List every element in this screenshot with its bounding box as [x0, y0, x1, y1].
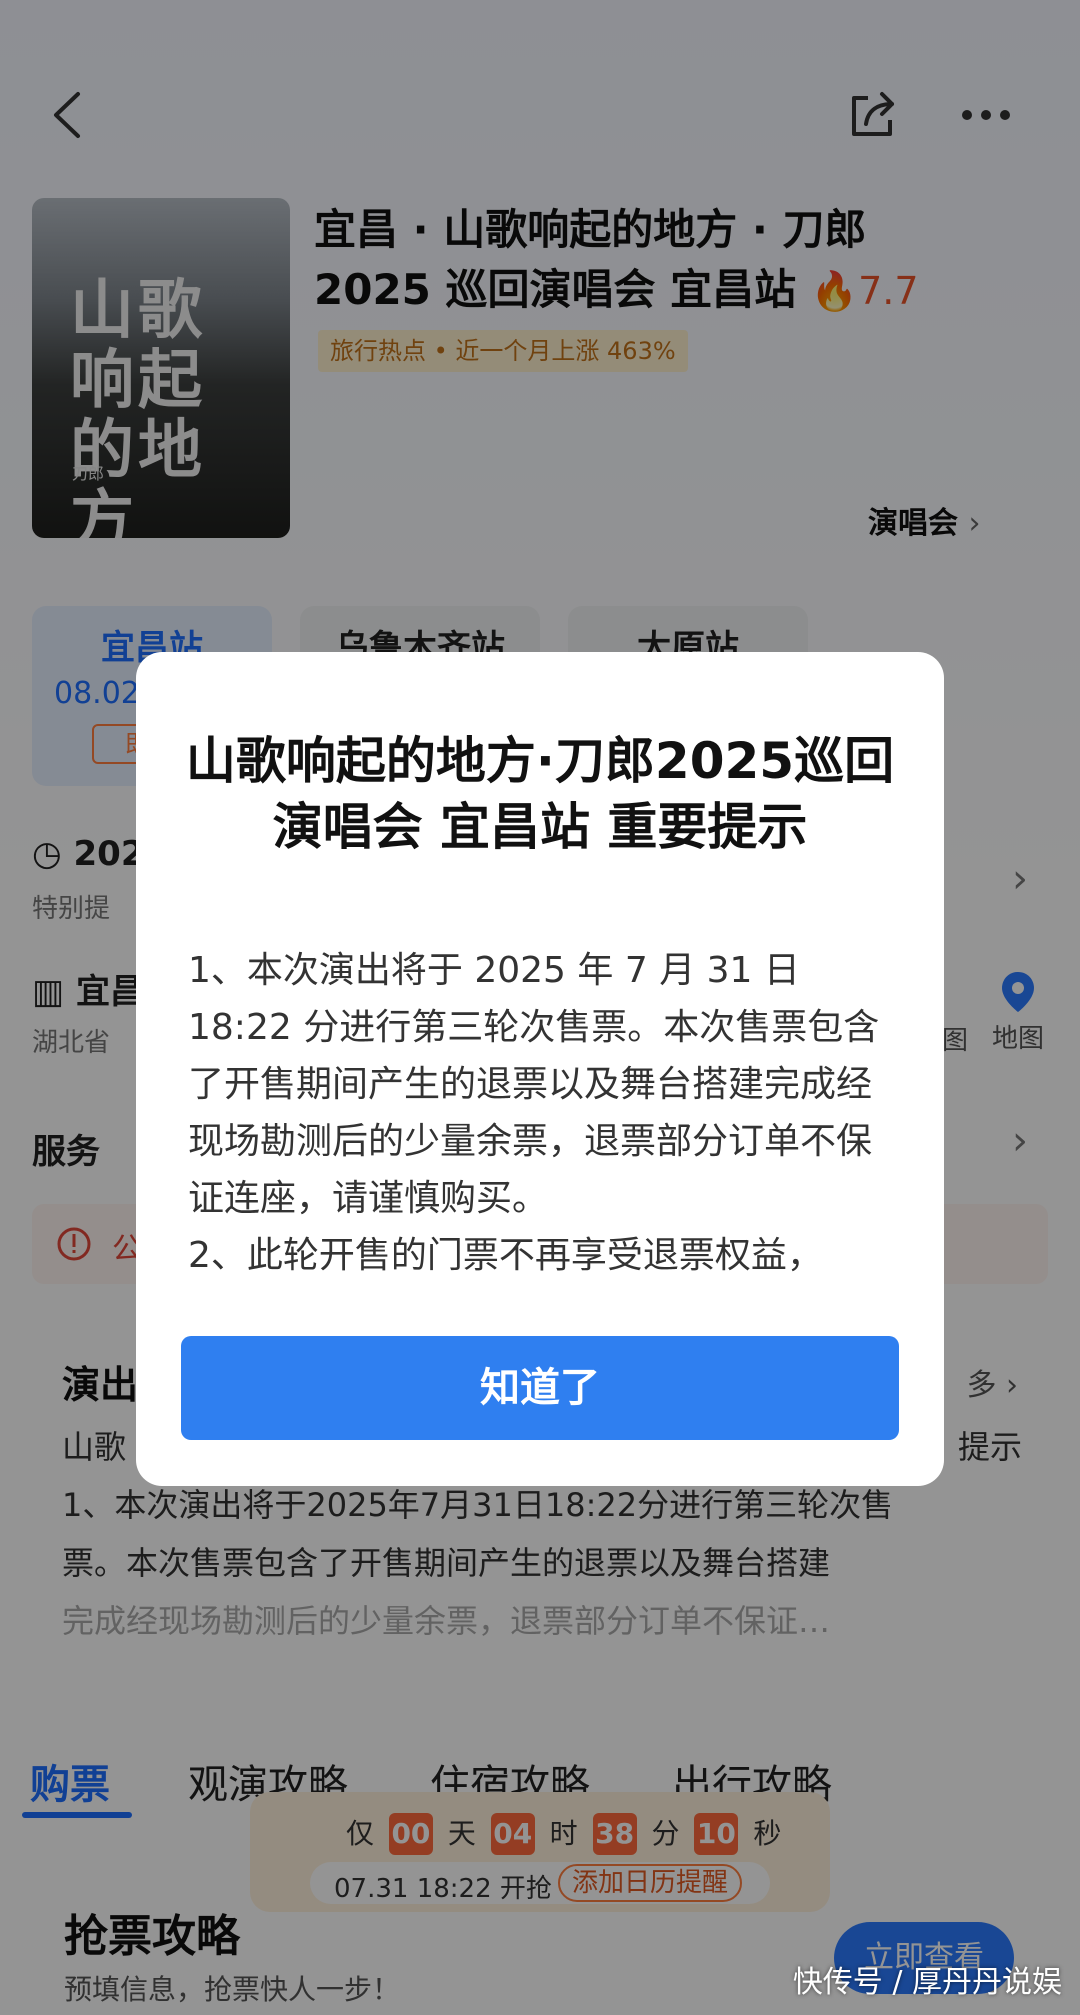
- important-notice-dialog: 山歌响起的地方·刀郎2025巡回演唱会 宜昌站 重要提示 1、本次演出将于 20…: [136, 652, 944, 1486]
- dialog-paragraph: 1、本次演出将于 2025 年 7 月 31 日 18:22 分进行第三轮次售票…: [188, 950, 880, 1219]
- event-detail-page: 山歌响起的地方 刀郎 宜昌 · 山歌响起的地方 · 刀郎 2025 巡回演唱会 …: [0, 0, 1080, 2015]
- dialog-body[interactable]: 1、本次演出将于 2025 年 7 月 31 日 18:22 分进行第三轮次售票…: [188, 942, 898, 1278]
- dialog-title: 山歌响起的地方·刀郎2025巡回演唱会 宜昌站 重要提示: [185, 732, 895, 856]
- dialog-paragraph: 2、此轮开售的门票不再享受退票权益，: [188, 1235, 823, 1276]
- watermark: 快传号 / 厚丹丹说娱: [792, 1965, 1062, 2000]
- got-it-button[interactable]: 知道了: [181, 1336, 899, 1440]
